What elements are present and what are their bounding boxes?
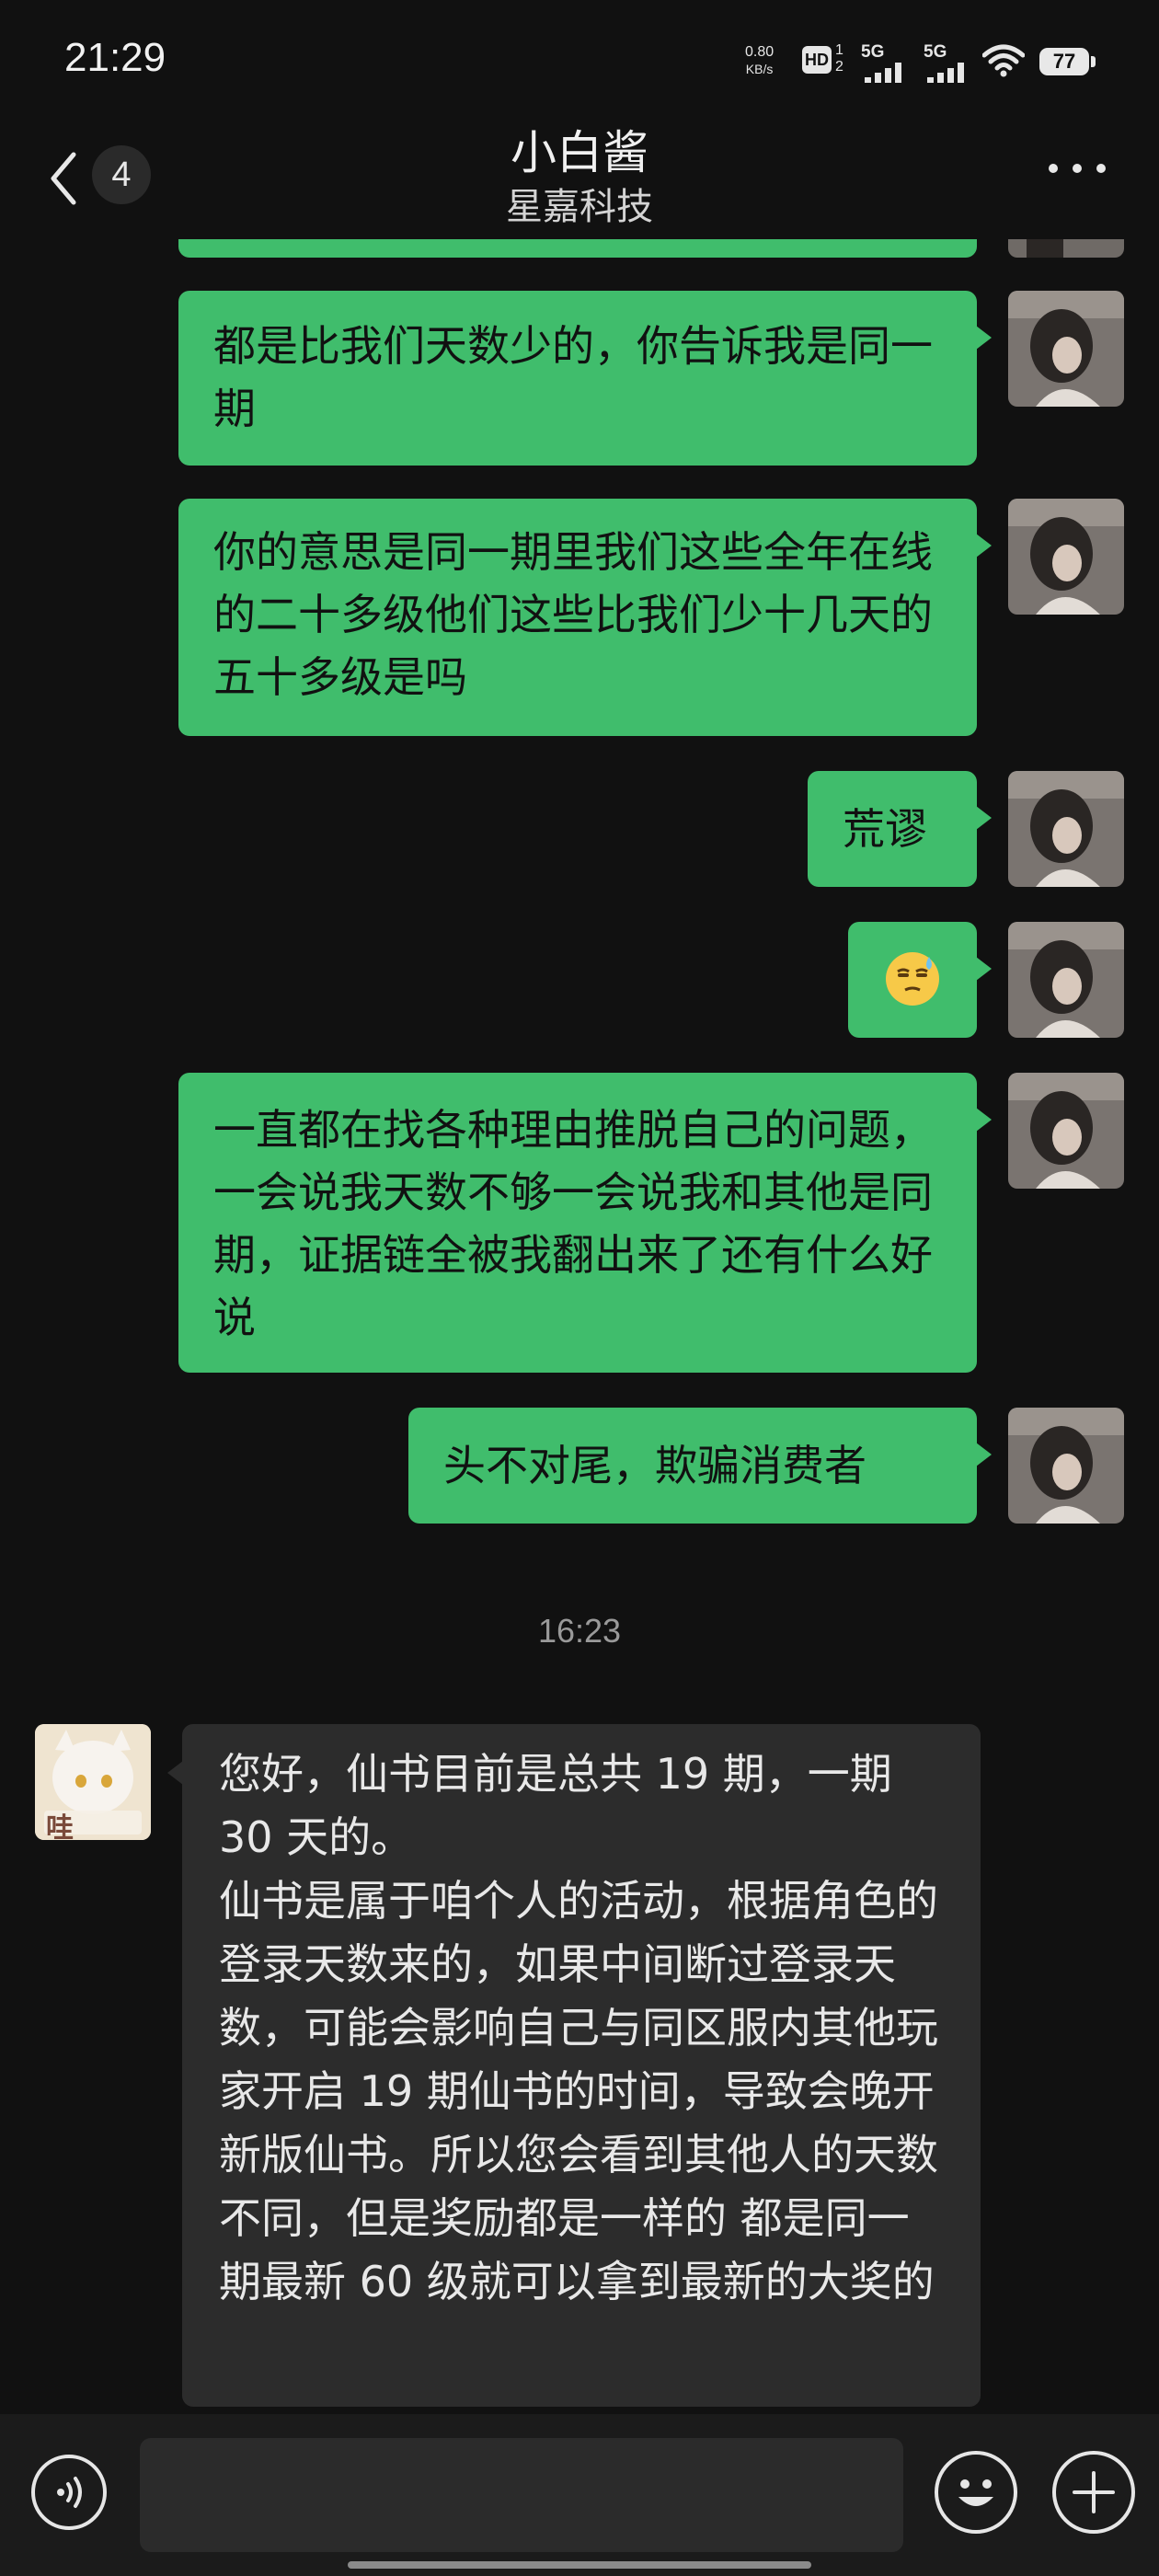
avatar[interactable] [1008, 1073, 1124, 1189]
message-input[interactable] [140, 2438, 903, 2552]
avatar[interactable] [1008, 771, 1124, 887]
home-indicator[interactable] [348, 2561, 811, 2569]
sweat-smile-emoji [886, 952, 939, 1006]
avatar[interactable] [1008, 499, 1124, 615]
message-bubble[interactable]: 荒谬 [808, 771, 992, 887]
avatar[interactable] [1008, 922, 1124, 1038]
wifi-icon [982, 44, 1025, 77]
message-timestamp: 16:23 [537, 1612, 622, 1650]
message-bubble[interactable]: 您好，仙书目前是总共 19 期，一期 30 天的。 仙书是属于咱个人的活动，根据… [167, 1724, 981, 2407]
input-toolbar [0, 2414, 1159, 2576]
chat-title: 小白酱 [511, 126, 648, 179]
chat-subtitle: 星嘉科技 [506, 186, 653, 228]
message-bubble[interactable]: 都是比我们天数少的，你告诉我是同一期 [178, 291, 992, 466]
smiley-icon[interactable] [935, 2451, 1017, 2534]
clock: 21:29 [64, 35, 166, 80]
message-bubble[interactable] [848, 922, 992, 1038]
avatar[interactable]: 哇 [35, 1724, 151, 1840]
more-dots-icon[interactable] [1049, 158, 1107, 177]
message-bubble[interactable]: 你的意思是同一期里我们这些全年在线的二十多级他们这些比我们少十几天的五十多级是吗 [178, 499, 992, 736]
status-bar: 21:29 0.80 KB/s HD 1 2 5G 5G 77 [0, 0, 1159, 120]
battery-icon: 77 [1039, 48, 1096, 75]
plus-icon[interactable] [1052, 2451, 1135, 2534]
network-speed: 0.80 KB/s [745, 44, 775, 76]
message-bubble[interactable]: 一直都在找各种理由推脱自己的问题，一会说我天数不够一会说我和其他是同期，证据链全… [178, 1073, 992, 1373]
avatar[interactable] [1008, 1408, 1124, 1524]
avatar[interactable] [1008, 291, 1124, 407]
hd-sim-index: 1 2 [835, 42, 843, 75]
hd-voice-icon: HD [802, 46, 832, 74]
voice-icon[interactable] [31, 2455, 107, 2530]
message-bubble[interactable]: 头不对尾，欺骗消费者 [408, 1408, 992, 1524]
